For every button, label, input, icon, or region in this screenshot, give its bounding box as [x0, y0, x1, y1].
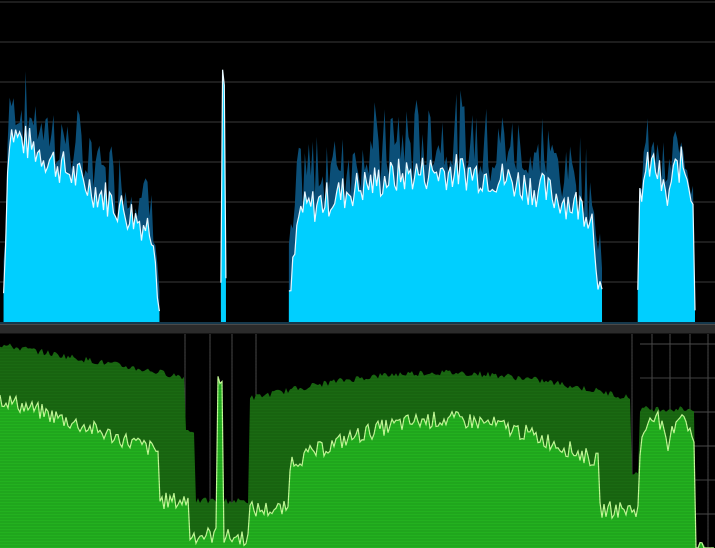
level-history-display: [0, 334, 715, 548]
level-history-plot: [0, 334, 715, 548]
panel-divider[interactable]: [0, 324, 715, 334]
spectrum-display: [0, 0, 715, 324]
spectrum-plot: [0, 1, 715, 324]
